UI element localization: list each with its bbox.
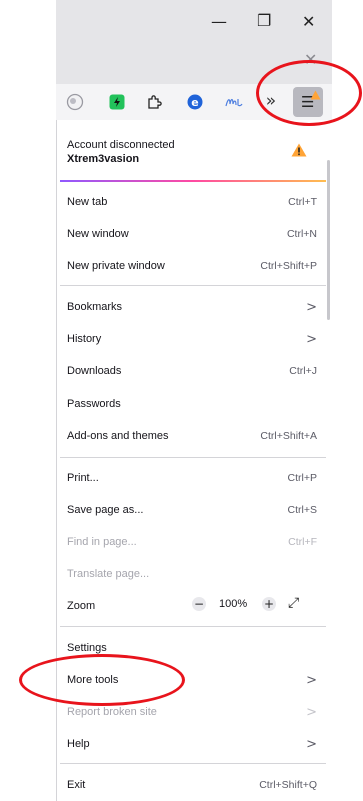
annotation-ellipse-more-tools — [19, 654, 185, 706]
chevron-right-icon: > — [306, 736, 317, 752]
menu-item-label: Bookmarks — [67, 301, 123, 313]
menu-item-shortcut: Ctrl+J — [289, 365, 317, 377]
menu-scrollbar[interactable] — [327, 160, 330, 320]
menu-separator — [60, 457, 326, 458]
menu-item-label: Report broken site — [67, 706, 157, 718]
fullscreen-icon[interactable]: ⤢ — [288, 595, 299, 611]
menu-item-label: Find in page... — [67, 536, 137, 548]
menu-item-label: Zoom — [67, 600, 96, 612]
menu-item-new-private-window[interactable]: New private window Ctrl+Shift+P — [67, 256, 317, 276]
chevron-right-icon: > — [306, 704, 317, 720]
menu-item-label: Help — [67, 738, 90, 750]
menu-item-help[interactable]: Help > — [67, 734, 317, 754]
menu-item-label: New private window — [67, 260, 165, 272]
menu-item-shortcut: Ctrl+F — [288, 536, 317, 548]
minimize-button[interactable]: — — [211, 14, 227, 30]
menu-item-shortcut: Ctrl+Shift+Q — [259, 779, 317, 791]
menu-item-label: Downloads — [67, 365, 122, 377]
menu-item-label: New tab — [67, 196, 108, 208]
chevron-right-icon: > — [306, 672, 317, 688]
privacy-extension-icon[interactable] — [65, 92, 85, 112]
menu-item-label: History — [67, 333, 102, 345]
menu-separator — [60, 285, 326, 286]
menu-item-label: Passwords — [67, 398, 121, 410]
menu-item-label: Translate page... — [67, 568, 150, 580]
annotation-ellipse-menu-button — [256, 60, 362, 126]
menu-item-shortcut: Ctrl+Shift+A — [260, 430, 317, 442]
menu-item-shortcut: Ctrl+Shift+P — [260, 260, 317, 272]
menu-item-translate-page[interactable]: Translate page... — [67, 564, 317, 584]
green-extension-icon[interactable] — [107, 92, 127, 112]
zoom-out-button[interactable]: − — [192, 597, 206, 611]
menu-item-downloads[interactable]: Downloads Ctrl+J — [67, 361, 317, 381]
menu-item-bookmarks[interactable]: Bookmarks > — [67, 297, 317, 317]
menu-separator — [60, 763, 326, 764]
account-section[interactable]: Account disconnected Xtrem3vasion — [67, 138, 267, 166]
menu-item-label: Print... — [67, 472, 99, 484]
account-divider — [60, 180, 326, 182]
menu-item-save-page[interactable]: Save page as... Ctrl+S — [67, 500, 317, 520]
menu-item-find-in-page[interactable]: Find in page... Ctrl+F — [67, 532, 317, 552]
handwriting-extension-icon[interactable] — [224, 92, 244, 112]
menu-item-shortcut: Ctrl+T — [288, 196, 317, 208]
menu-item-shortcut: Ctrl+N — [286, 228, 317, 240]
account-status: Account disconnected — [67, 139, 175, 151]
restore-button[interactable]: ❐ — [257, 13, 271, 29]
menu-item-exit[interactable]: Exit Ctrl+Shift+Q — [67, 775, 317, 795]
menu-item-new-tab[interactable]: New tab Ctrl+T — [67, 192, 317, 212]
menu-item-label: Save page as... — [67, 504, 144, 516]
menu-item-passwords[interactable]: Passwords — [67, 394, 317, 414]
extensions-puzzle-icon[interactable] — [145, 92, 165, 112]
zoom-in-button[interactable]: + — [262, 597, 276, 611]
menu-item-label: Exit — [67, 779, 86, 791]
blue-e-extension-icon[interactable]: e — [185, 92, 205, 112]
menu-item-label: Add-ons and themes — [67, 430, 169, 442]
close-window-button[interactable]: ✕ — [302, 14, 315, 30]
menu-item-label: New window — [67, 228, 129, 240]
chevron-right-icon: > — [306, 331, 317, 347]
menu-item-shortcut: Ctrl+S — [287, 504, 317, 516]
svg-text:e: e — [191, 96, 198, 109]
menu-item-addons[interactable]: Add-ons and themes Ctrl+Shift+A — [67, 426, 317, 446]
menu-separator — [60, 626, 326, 627]
account-name: Xtrem3vasion — [67, 153, 140, 165]
chevron-right-icon: > — [306, 299, 317, 315]
zoom-level[interactable]: 100% — [219, 598, 247, 610]
menu-item-label: Settings — [67, 642, 107, 654]
menu-item-shortcut: Ctrl+P — [287, 472, 317, 484]
menu-item-history[interactable]: History > — [67, 329, 317, 349]
warning-icon — [291, 143, 307, 157]
menu-item-new-window[interactable]: New window Ctrl+N — [67, 224, 317, 244]
menu-item-print[interactable]: Print... Ctrl+P — [67, 468, 317, 488]
